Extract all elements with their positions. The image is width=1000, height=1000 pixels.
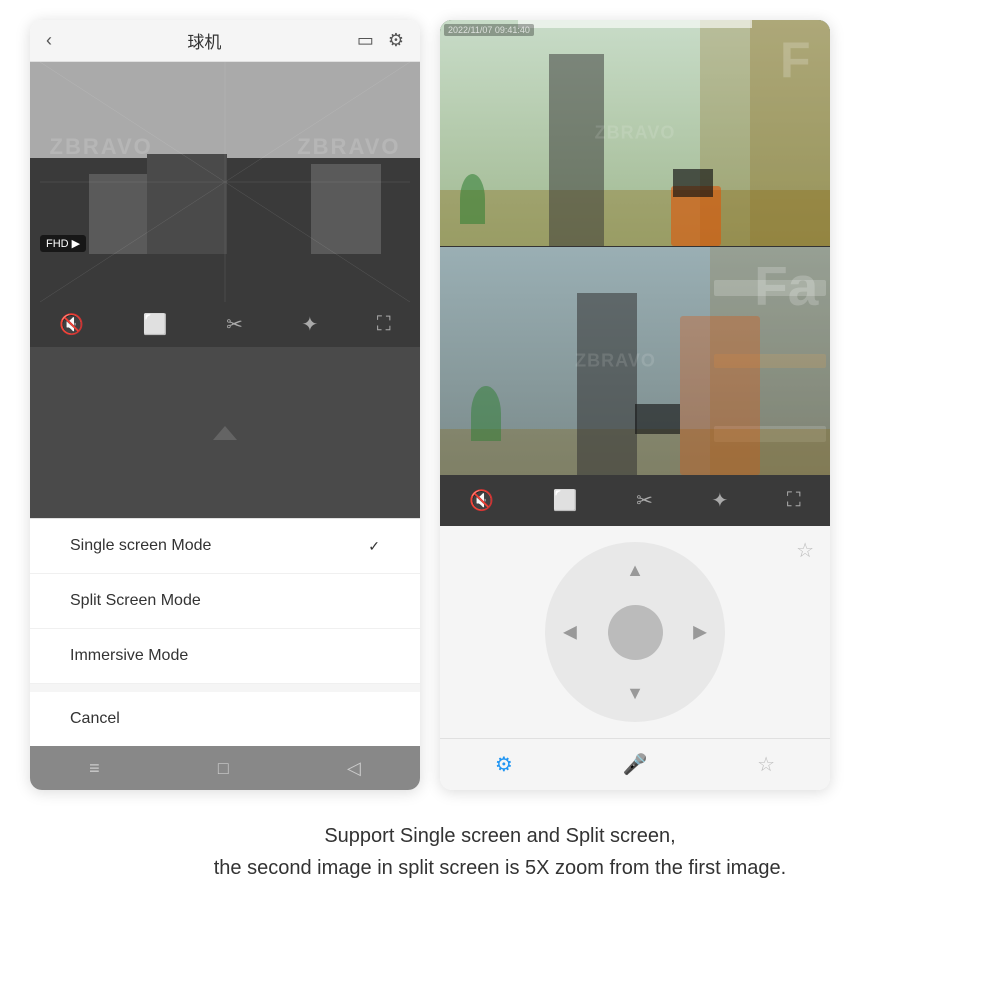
split-camera-top: F ZBRAVO 2022/11/07 09:41:40 — [440, 20, 830, 247]
right-fullscreen-button[interactable]: ⛶ — [787, 489, 801, 512]
left-phone-header: ‹ 球机 ▭ ⚙ — [30, 20, 420, 62]
star-button[interactable]: ☆ — [796, 538, 814, 563]
right-bottom-toolbar: ⚙ 🎤 ☆ — [440, 738, 830, 790]
back-button[interactable]: ‹ — [46, 30, 52, 51]
right-camera-controls: 🔇 ⬜ ✂ ✦ ⛶ — [440, 475, 830, 527]
mute-button[interactable]: 🔇 — [59, 312, 84, 337]
phone-left: ‹ 球机 ▭ ⚙ ZBRAVO ZBRAVO — [30, 20, 420, 790]
split-camera-bottom: Fa ZBRAVO — [440, 247, 830, 474]
settings-icon[interactable]: ⚙ — [388, 30, 404, 51]
fullscreen-button[interactable]: ⛶ — [377, 313, 391, 336]
ptz-control-area: ☆ ▲ ▼ ◀ ▶ — [440, 526, 830, 738]
ptz-center-button[interactable] — [608, 605, 663, 660]
office-scene-top: F ZBRAVO 2022/11/07 09:41:40 — [440, 20, 830, 246]
fhd-label: FHD — [46, 238, 69, 250]
left-camera-controls: 🔇 ⬜ ✂ ✦ ⛶ — [30, 302, 420, 347]
left-nav-bar: ≡ □ ◁ — [30, 746, 420, 790]
fa-text-top: F — [780, 31, 811, 89]
split-camera-view: F ZBRAVO 2022/11/07 09:41:40 — [440, 20, 830, 475]
single-screen-label: Single screen Mode — [70, 537, 211, 555]
ptz-joystick[interactable]: ▲ ▼ ◀ ▶ — [545, 542, 725, 722]
screen-mode-menu: Single screen Mode ✓ Split Screen Mode I… — [30, 518, 420, 746]
cancel-item[interactable]: Cancel — [30, 684, 420, 746]
ptz-triangle — [213, 426, 237, 440]
plant-bottom — [471, 386, 501, 441]
fhd-badge[interactable]: FHD ▶ — [40, 235, 86, 252]
left-phone-title: 球机 — [187, 28, 221, 53]
menu-nav-icon[interactable]: ≡ — [89, 758, 100, 779]
single-screen-check: ✓ — [368, 538, 380, 555]
fhd-arrow: ▶ — [72, 237, 80, 250]
right-mute-button[interactable]: 🔇 — [469, 488, 494, 513]
left-ptz-area — [30, 347, 420, 518]
bottom-text-line1: Support Single screen and Split screen, — [20, 820, 980, 852]
right-watermark-top: ZBRAVO — [595, 123, 676, 144]
split-screen-mode-item[interactable]: Split Screen Mode — [30, 574, 420, 629]
right-scissors-button[interactable]: ✂ — [636, 488, 653, 513]
split-screen-label: Split Screen Mode — [70, 592, 201, 610]
right-watermark-bottom: ZBRAVO — [575, 351, 656, 372]
scissors-button[interactable]: ✂ — [226, 312, 243, 337]
favorite-toolbar-icon[interactable]: ☆ — [757, 752, 775, 777]
ceiling-light — [518, 20, 752, 28]
ptz-right-arrow[interactable]: ▶ — [693, 622, 707, 643]
cabinet-bottom — [577, 293, 637, 475]
monitor-top — [673, 169, 713, 197]
back-nav-icon[interactable]: ◁ — [347, 758, 361, 779]
single-screen-mode-item[interactable]: Single screen Mode ✓ — [30, 519, 420, 574]
ptz-down-arrow[interactable]: ▼ — [626, 683, 644, 704]
settings-toolbar-icon[interactable]: ⚙ — [495, 752, 513, 777]
monitor-bottom — [635, 404, 680, 434]
plant-top — [460, 174, 485, 224]
record-button[interactable]: ⬜ — [143, 312, 168, 337]
home-nav-icon[interactable]: □ — [218, 758, 229, 779]
display-mode-icon[interactable]: ▭ — [357, 30, 374, 51]
right-record-button[interactable]: ⬜ — [553, 488, 578, 513]
brightness-button[interactable]: ✦ — [301, 312, 318, 337]
phone-right: F ZBRAVO 2022/11/07 09:41:40 — [440, 20, 830, 790]
ptz-up-arrow[interactable]: ▲ — [626, 560, 644, 581]
fa-text-bottom: Fa — [754, 254, 818, 318]
ptz-left-arrow[interactable]: ◀ — [563, 622, 577, 643]
art-bottom — [680, 316, 760, 475]
mic-toolbar-icon[interactable]: 🎤 — [623, 752, 648, 777]
cancel-label: Cancel — [70, 710, 120, 728]
immersive-label: Immersive Mode — [70, 647, 188, 665]
desk-top — [440, 190, 830, 247]
bottom-description: Support Single screen and Split screen, … — [0, 790, 1000, 904]
immersive-mode-item[interactable]: Immersive Mode — [30, 629, 420, 684]
bottom-text-line2: the second image in split screen is 5X z… — [20, 852, 980, 884]
street-scene: ZBRAVO ZBRAVO — [30, 62, 420, 302]
left-camera-view: ZBRAVO ZBRAVO FHD ▶ — [30, 62, 420, 302]
right-brightness-button[interactable]: ✦ — [711, 488, 728, 513]
crosshair-overlay — [30, 62, 420, 302]
timestamp-badge: 2022/11/07 09:41:40 — [444, 24, 534, 36]
header-icons: ▭ ⚙ — [357, 30, 404, 51]
cabinet-top — [549, 54, 604, 246]
office-scene-bottom: Fa ZBRAVO — [440, 247, 830, 474]
